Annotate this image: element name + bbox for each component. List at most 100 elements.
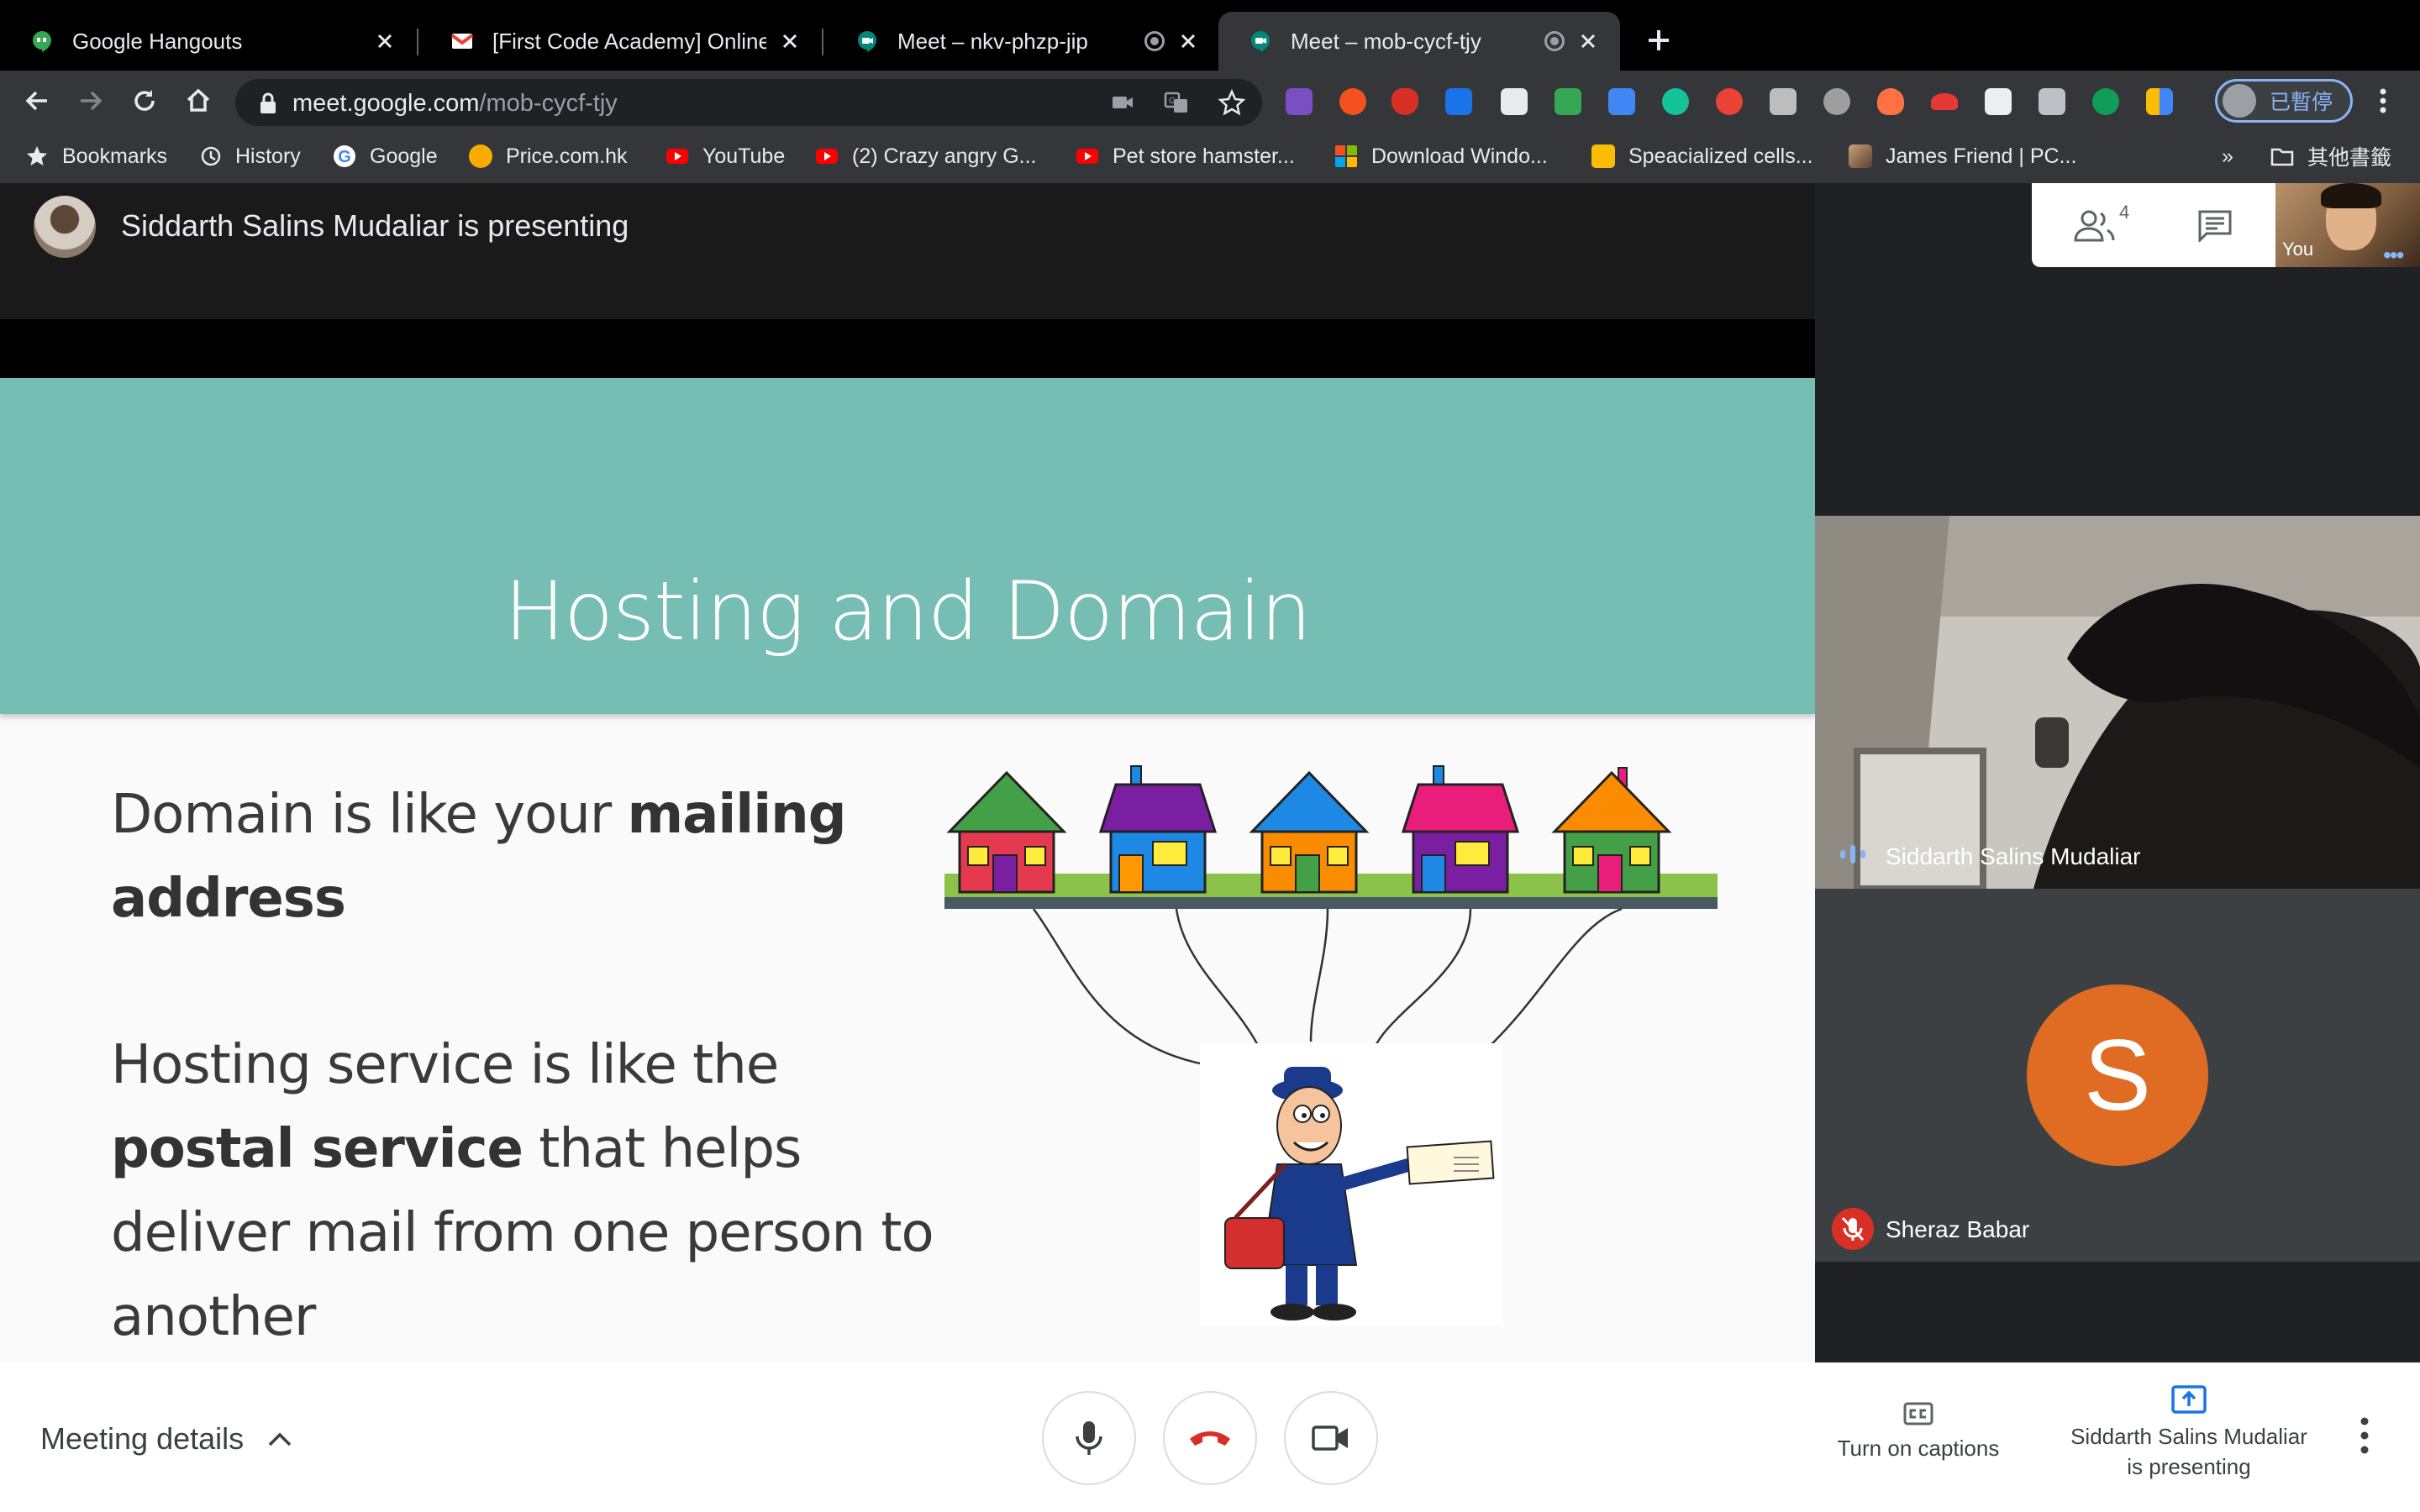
meet-icon (1251, 31, 1270, 52)
self-view-tile[interactable]: You ••• (2275, 183, 2420, 267)
forward-button[interactable] (76, 86, 106, 116)
tab-gmail[interactable]: [First Code Academy] Online M (420, 12, 822, 71)
svg-text:G: G (338, 148, 351, 166)
muted-badge (1832, 1208, 1874, 1250)
hang-up-icon (1190, 1431, 1230, 1446)
profile-button[interactable]: 已暫停 (2215, 79, 2353, 123)
bookmark-item[interactable]: James Friend | PC... (1849, 141, 2076, 171)
upload-ext-icon[interactable] (1985, 88, 2012, 115)
hand-ext-icon[interactable] (1716, 88, 1743, 115)
bookmark-item[interactable]: Speacialized cells... (1591, 141, 1813, 171)
library-ext-icon[interactable] (1501, 88, 1528, 115)
ufo-ext-icon[interactable] (1931, 93, 1958, 110)
tab-meet-mob[interactable]: Meet – mob-cycf-tjy (1218, 12, 1620, 71)
bookmark-label: Price.com.hk (506, 144, 628, 168)
participant-tile-sheraz[interactable]: S Sheraz Babar (1815, 889, 2420, 1262)
close-icon[interactable] (778, 29, 802, 53)
avatar: S (2027, 984, 2208, 1166)
presenting-label: Siddarth Salins Mudaliar (2070, 1424, 2307, 1449)
close-icon[interactable] (1176, 29, 1200, 53)
bookmark-item[interactable]: Price.com.hk (469, 141, 627, 171)
browser-menu-button[interactable] (2371, 86, 2395, 116)
chat-icon[interactable] (2196, 208, 2233, 242)
address-bar[interactable]: meet.google.com/mob-cycf-tjy G (235, 79, 1262, 126)
postman-figure (1200, 1043, 1502, 1326)
camera-button[interactable] (1284, 1391, 1378, 1485)
new-tab-button[interactable] (1644, 25, 1674, 55)
w-ext-icon[interactable] (2092, 88, 2119, 115)
bookmark-item[interactable]: Pet store hamster... (1076, 141, 1295, 171)
tab-hangouts[interactable]: Google Hangouts (0, 12, 417, 71)
gmail-icon (450, 34, 474, 49)
youtube-icon (816, 149, 838, 164)
microphone-icon (1076, 1421, 1102, 1455)
bookmark-label: Pet store hamster... (1113, 144, 1295, 168)
lock-ext-icon[interactable] (1555, 88, 1581, 115)
closed-captions-icon (1903, 1402, 1933, 1425)
bookmark-item[interactable]: Download Windo... (1334, 141, 1548, 171)
meeting-details-label: Meeting details (40, 1421, 245, 1456)
bookmark-label: YouTube (702, 144, 786, 168)
translate-icon[interactable]: G (1163, 89, 1190, 116)
presentation-letterbox (0, 319, 1815, 378)
shield-ext-icon[interactable] (1392, 88, 1418, 115)
youtube-icon (666, 149, 688, 164)
hang-up-button[interactable] (1163, 1391, 1257, 1485)
svg-text:G: G (1169, 97, 1176, 106)
resize-ext-icon[interactable] (1445, 88, 1472, 115)
edit-ext-icon[interactable] (2039, 88, 2065, 115)
reload-button[interactable] (129, 86, 160, 116)
bookmark-item[interactable]: Bookmarks (25, 141, 167, 171)
star-icon (27, 146, 47, 165)
bookmark-item[interactable]: (2) Crazy angry G... (815, 141, 1037, 171)
profile-status: 已暫停 (2270, 91, 2333, 114)
self-video-hair (2321, 183, 2381, 208)
microphone-button[interactable] (1042, 1391, 1136, 1485)
bookmarks-overflow-button[interactable]: » (2222, 141, 2233, 171)
tweak-ext-icon[interactable] (1286, 88, 1313, 115)
tab-separator (417, 29, 418, 55)
calendar-ext-icon[interactable] (2146, 88, 2173, 115)
infinity-ext-icon[interactable] (1339, 88, 1366, 115)
back-button[interactable] (22, 86, 52, 116)
fire-ext-icon[interactable] (1877, 88, 1904, 115)
slide-header-band: Hosting and Domain (0, 378, 1815, 714)
bookmark-label: James Friend | PC... (1886, 144, 2077, 168)
meet-bottom-bar: Meeting details Turn on captions Siddart… (0, 1362, 2420, 1512)
meet-window: Siddarth Salins Mudaliar is presenting H… (0, 183, 2420, 1512)
home-button[interactable] (183, 86, 213, 116)
tab-title: Meet – mob-cycf-tjy (1291, 28, 1481, 54)
overflow-chevron: » (2222, 144, 2233, 168)
chevron-up-icon (268, 1432, 292, 1446)
camera-icon[interactable] (1109, 89, 1136, 116)
meeting-details-button[interactable]: Meeting details (40, 1421, 292, 1457)
lock-icon[interactable] (259, 92, 277, 114)
tab-meet-nkv[interactable]: Meet – nkv-phzp-jip (825, 12, 1220, 71)
bookmarks-bar: Bookmarks History G Google Price.com.hk … (0, 131, 2420, 184)
windows-icon (1335, 145, 1357, 167)
video-camera-icon (1312, 1425, 1348, 1451)
close-icon[interactable] (373, 29, 397, 53)
avatar (2223, 84, 2256, 118)
bookmark-item[interactable]: YouTube (666, 141, 785, 171)
other-bookmarks-folder[interactable]: 其他書籤 (2270, 141, 2391, 171)
bookmark-label: Speacialized cells... (1628, 144, 1813, 168)
star-icon[interactable] (1218, 89, 1245, 116)
slide-text-run: Domain is like your (111, 784, 628, 846)
bookmark-item[interactable]: History (198, 141, 301, 171)
presenting-status-button[interactable]: Siddarth Salins Mudaliar is presenting (2055, 1384, 2323, 1482)
translate-ext-icon[interactable] (1608, 88, 1635, 115)
captions-button[interactable]: Turn on captions (1807, 1401, 2030, 1463)
participant-tile-siddarth[interactable]: Siddarth Salins Mudaliar (1815, 516, 2420, 889)
more-options-icon[interactable]: ••• (2383, 242, 2404, 267)
more-options-button[interactable] (2356, 1415, 2373, 1457)
bookmark-ext-icon[interactable] (1770, 88, 1797, 115)
browser-toolbar: meet.google.com/mob-cycf-tjy G 已暫停 (0, 71, 2420, 131)
bookmark-item[interactable]: G Google (333, 141, 438, 171)
grammarly-icon[interactable] (1662, 88, 1689, 115)
houses-postman-illustration (944, 765, 1718, 1326)
close-icon[interactable] (1576, 29, 1600, 53)
bookmark-label: History (235, 144, 301, 168)
globe-ext-icon[interactable] (1823, 88, 1850, 115)
people-icon[interactable] (2070, 207, 2118, 244)
